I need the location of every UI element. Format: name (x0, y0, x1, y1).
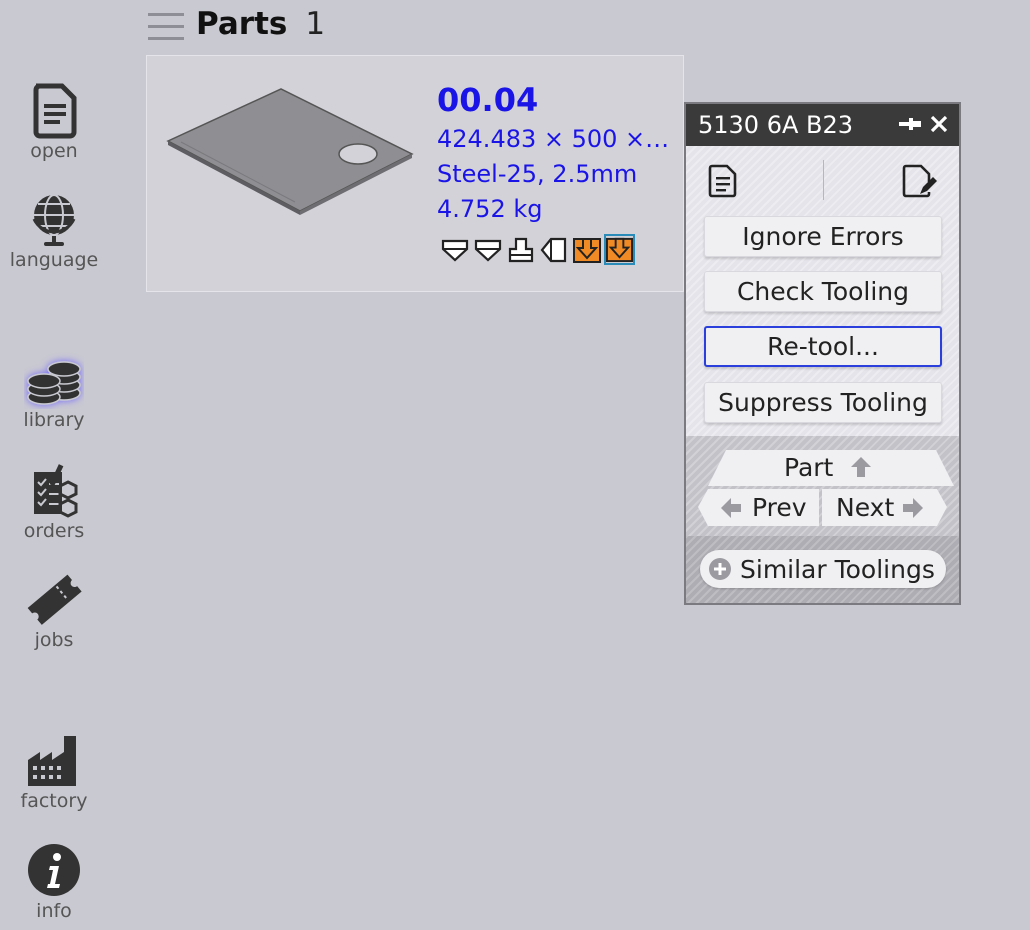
prev-label: Prev (752, 493, 807, 522)
globe-icon (32, 194, 76, 246)
sidebar-item-factory[interactable]: factory (0, 730, 108, 812)
similar-toolings-section: Similar Toolings (686, 536, 959, 603)
punch-tool-icon[interactable] (505, 234, 536, 265)
tool-status-icons (439, 234, 635, 265)
part-dimensions: 424.483 × 500 ×… (437, 125, 670, 153)
document-icon (33, 83, 77, 139)
similar-toolings-label: Similar Toolings (740, 554, 935, 584)
tool-warning-orange-icon[interactable] (571, 234, 602, 265)
sidebar-item-jobs[interactable]: jobs (0, 569, 108, 651)
close-icon[interactable] (927, 112, 951, 136)
check-tooling-button[interactable]: Check Tooling (704, 271, 942, 312)
tool-warning-orange-selected-icon[interactable] (604, 234, 635, 265)
sidebar-item-label: open (30, 140, 78, 162)
part-label: Part (784, 453, 834, 482)
left-sidebar: open language library orders jobs factor… (0, 0, 108, 930)
sidebar-item-open[interactable]: open (0, 80, 108, 162)
next-button[interactable]: Next (822, 489, 947, 526)
part-weight: 4.752 kg (437, 195, 543, 223)
part-thumbnail (166, 88, 414, 215)
part-material: Steel-25, 2.5mm (437, 160, 638, 188)
part-up-button[interactable]: Part (708, 450, 954, 486)
edit-document-icon[interactable] (902, 164, 938, 198)
ticket-icon (27, 574, 82, 625)
sidebar-item-label: language (9, 249, 99, 271)
sidebar-item-label: orders (23, 520, 85, 542)
sidebar-item-info[interactable]: info (0, 840, 108, 922)
tooling-panel: 5130 6A B23 Ignore Errors Check Tooling … (684, 102, 961, 605)
divider (823, 160, 824, 200)
info-icon (28, 844, 80, 896)
similar-toolings-button[interactable]: Similar Toolings (700, 550, 946, 588)
sidebar-item-language[interactable]: language (0, 189, 108, 271)
part-navigation: Part Prev Next (686, 436, 959, 536)
page-title: Parts (196, 6, 288, 42)
retool-button[interactable]: Re-tool... (704, 326, 942, 367)
sidebar-item-label: info (36, 900, 72, 922)
part-number[interactable]: 00.04 (437, 78, 669, 122)
bend-down-icon[interactable] (472, 234, 503, 265)
document-icon[interactable] (708, 164, 738, 198)
panel-title: 5130 6A B23 (698, 111, 854, 139)
checklist-icon (34, 464, 78, 518)
sidebar-item-orders[interactable]: orders (0, 460, 108, 542)
part-info: 00.04 424.483 × 500 ×… Steel-25, 2.5mm 4… (437, 78, 669, 227)
bend-side-icon[interactable] (538, 234, 569, 265)
pin-icon[interactable] (897, 114, 923, 134)
document-actions (686, 146, 959, 214)
suppress-tooling-button[interactable]: Suppress Tooling (704, 382, 942, 423)
sidebar-item-label: jobs (34, 629, 74, 651)
coin-stack-icon (27, 361, 81, 405)
parts-count: 1 (305, 6, 326, 42)
arrow-right-icon (903, 498, 923, 518)
page-header: Parts 1 (146, 2, 325, 46)
ignore-errors-button[interactable]: Ignore Errors (704, 216, 942, 257)
arrow-up-icon (851, 457, 871, 477)
sidebar-item-label: library (23, 409, 85, 431)
sidebar-item-library[interactable]: library (0, 349, 108, 431)
prev-button[interactable]: Prev (698, 489, 819, 526)
arrow-left-icon (721, 498, 741, 518)
next-label: Next (836, 493, 895, 522)
plus-circle-icon (709, 558, 731, 580)
menu-icon[interactable] (146, 7, 186, 41)
bend-down-icon[interactable] (439, 234, 470, 265)
factory-icon (28, 736, 76, 786)
panel-titlebar[interactable]: 5130 6A B23 (686, 104, 959, 146)
part-card[interactable]: 00.04 424.483 × 500 ×… Steel-25, 2.5mm 4… (146, 55, 684, 292)
sidebar-item-label: factory (20, 790, 88, 812)
